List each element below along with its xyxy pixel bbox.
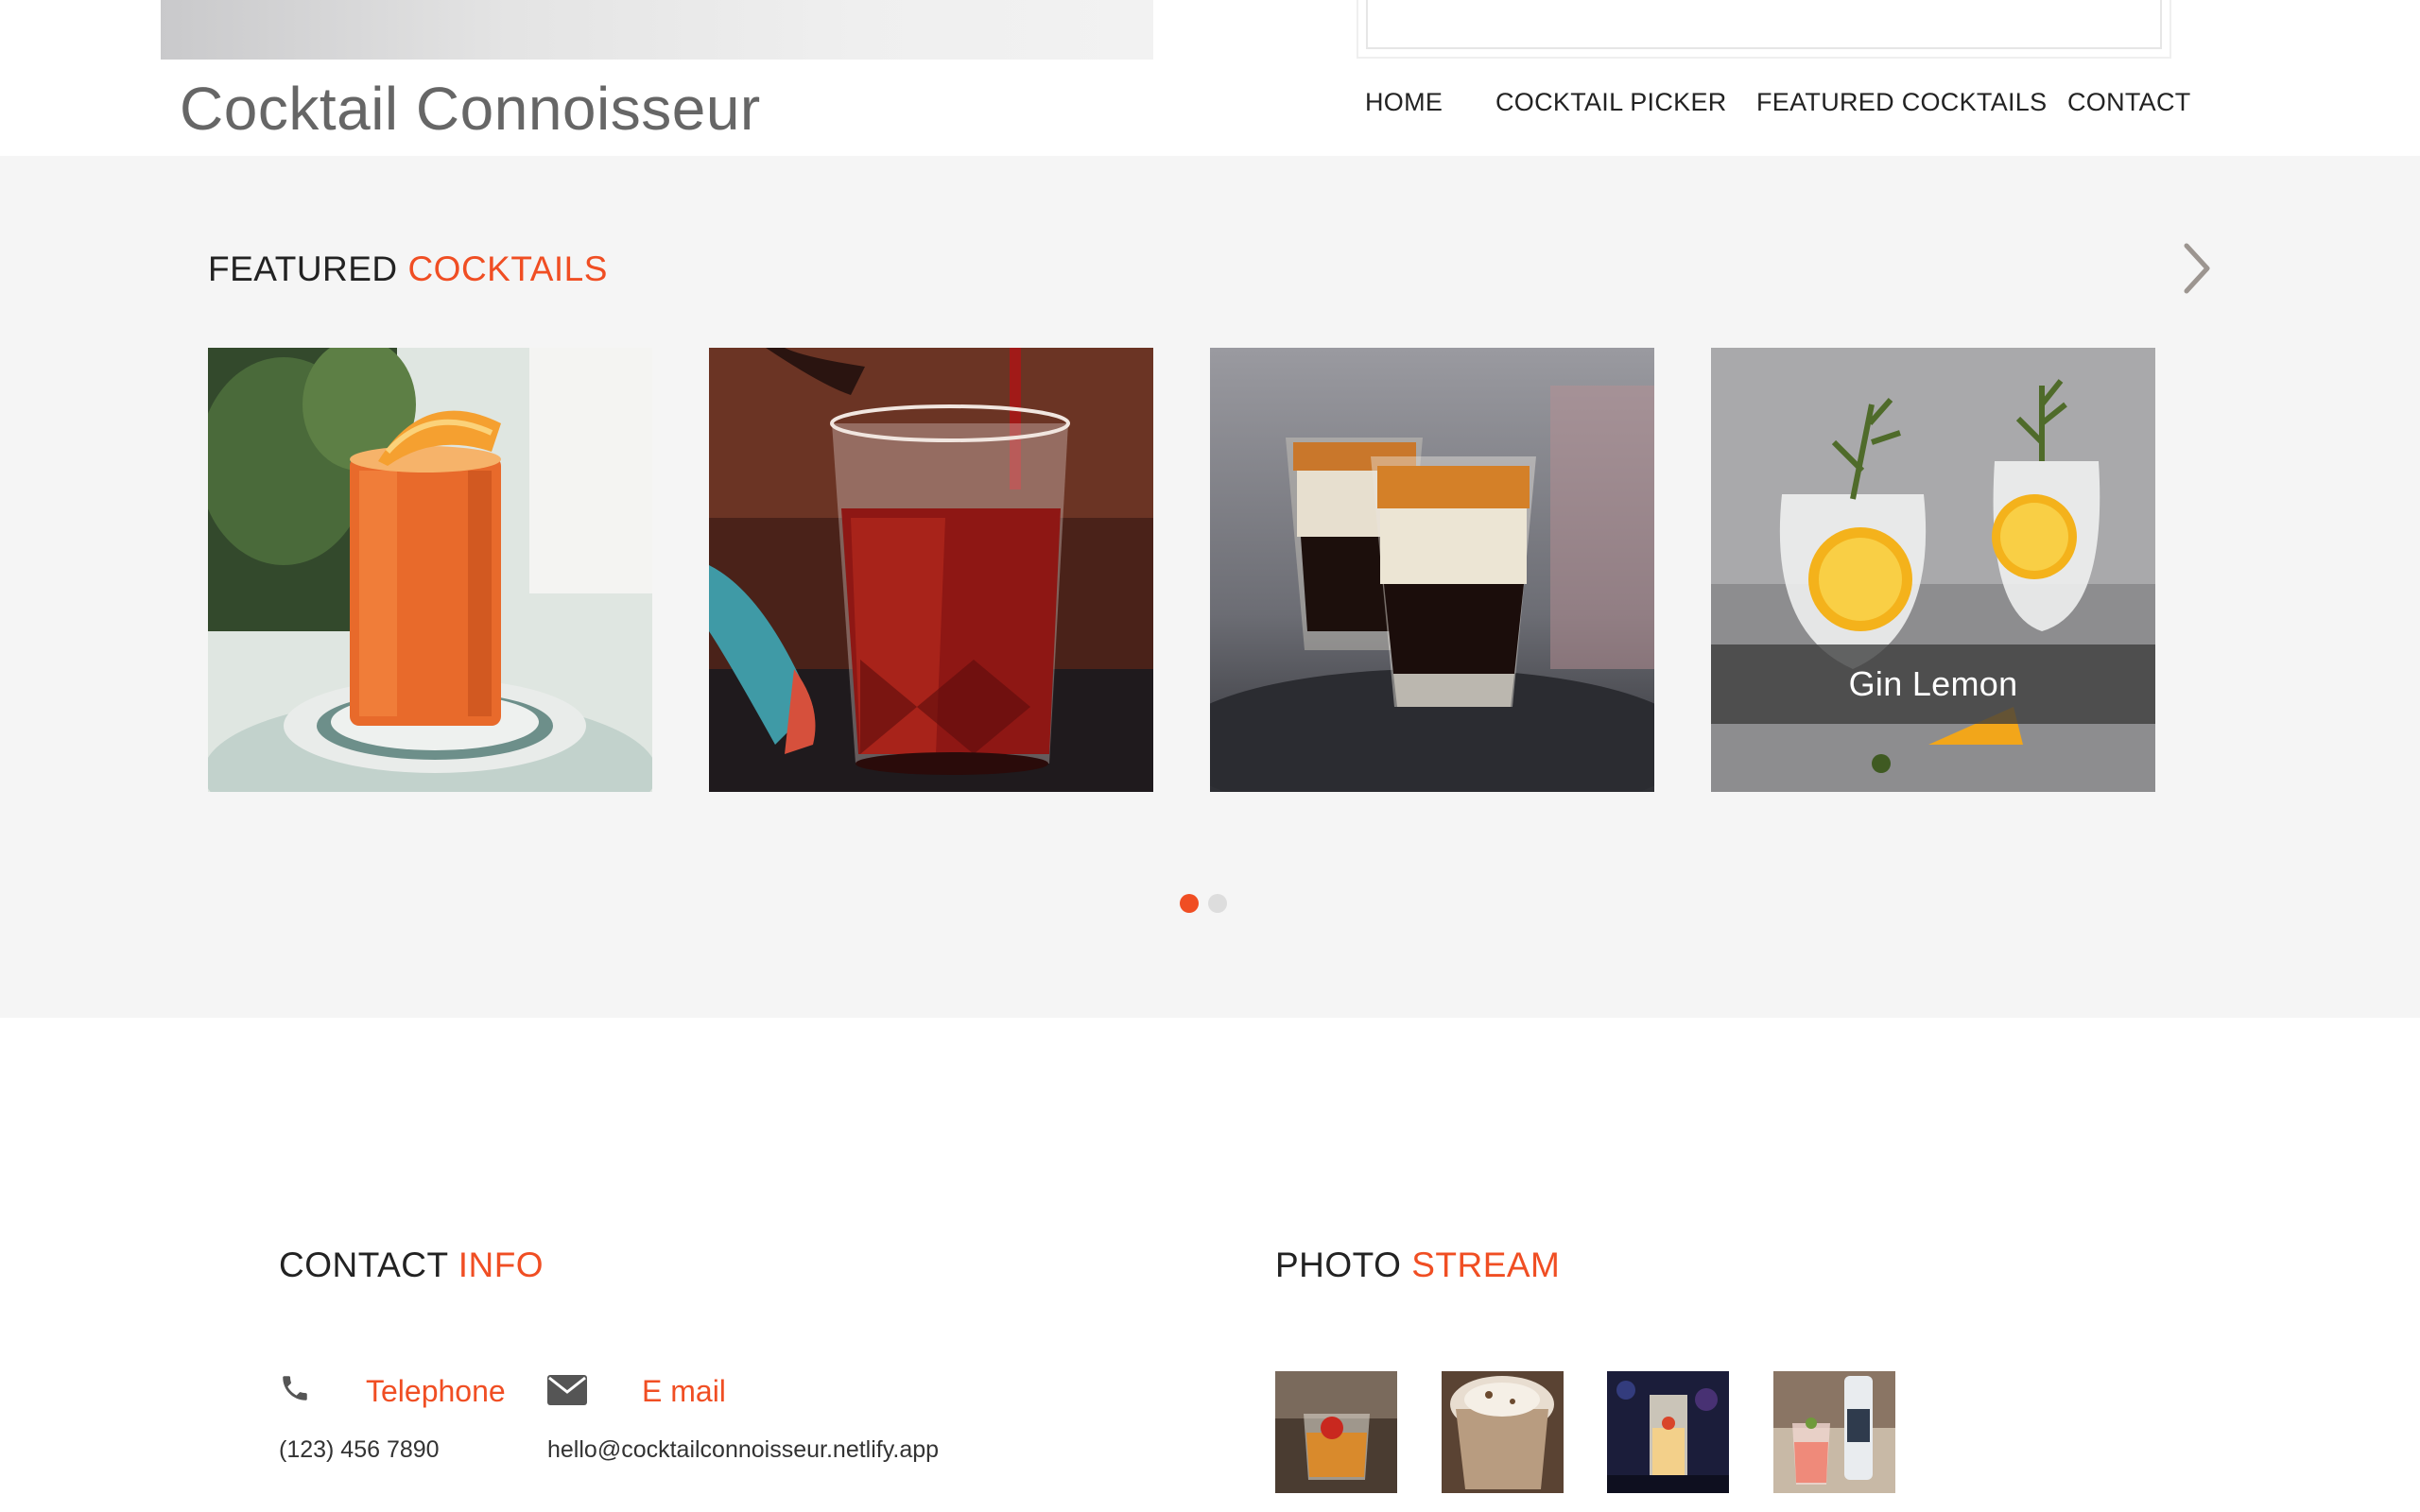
hero-image-strip bbox=[161, 0, 1153, 60]
telephone-value[interactable]: (123) 456 7890 bbox=[279, 1436, 440, 1464]
photo-stream-title-accent: STREAM bbox=[1411, 1246, 1561, 1284]
gin-lemon-image bbox=[1711, 348, 2155, 792]
cocktail-card-4[interactable]: Gin Lemon bbox=[1711, 348, 2155, 792]
photo-stream-item-1[interactable] bbox=[1275, 1371, 1397, 1493]
cream-cocktail-photo bbox=[1442, 1371, 1564, 1493]
pink-gin-photo bbox=[1773, 1371, 1895, 1493]
header-frame bbox=[1357, 0, 2171, 59]
negroni-pour-image bbox=[709, 348, 1153, 792]
chevron-right-icon[interactable] bbox=[2177, 240, 2215, 297]
nav-home[interactable]: HOME bbox=[1365, 88, 1443, 117]
contact-title-main: CONTACT bbox=[279, 1246, 448, 1284]
contact-title: CONTACT INFO bbox=[279, 1246, 544, 1285]
nav-featured-cocktails[interactable]: FEATURED COCKTAILS bbox=[1756, 88, 2047, 117]
layered-shot-image bbox=[1210, 348, 1654, 792]
cocktail-card-2[interactable] bbox=[709, 348, 1153, 792]
photo-stream-title-main: PHOTO bbox=[1275, 1246, 1402, 1284]
nav-contact[interactable]: CONTACT bbox=[2067, 88, 2191, 117]
cocktail-card-3[interactable] bbox=[1210, 348, 1654, 792]
bar-highball-photo bbox=[1607, 1371, 1729, 1493]
photo-stream-item-3[interactable] bbox=[1607, 1371, 1729, 1493]
email-value[interactable]: hello@cocktailconnoisseur.netlify.app bbox=[547, 1436, 939, 1464]
contact-title-accent: INFO bbox=[458, 1246, 544, 1284]
photo-stream-item-4[interactable] bbox=[1773, 1371, 1895, 1493]
email-label: E mail bbox=[642, 1374, 726, 1408]
main-nav: HOME COCKTAIL PICKER FEATURED COCKTAILS … bbox=[0, 88, 2420, 126]
header-frame-inner bbox=[1366, 0, 2162, 49]
old-fashioned-photo bbox=[1275, 1371, 1397, 1493]
photo-stream-item-2[interactable] bbox=[1442, 1371, 1564, 1493]
envelope-icon bbox=[547, 1375, 587, 1405]
photo-stream-title: PHOTO STREAM bbox=[1275, 1246, 1560, 1285]
pagination-dot-1[interactable] bbox=[1180, 894, 1199, 913]
featured-title-accent: COCKTAILS bbox=[407, 249, 608, 288]
phone-icon bbox=[283, 1376, 307, 1400]
cocktail-card-1[interactable] bbox=[208, 348, 652, 792]
pagination-dot-2[interactable] bbox=[1208, 894, 1227, 913]
nav-cocktail-picker[interactable]: COCKTAIL PICKER bbox=[1495, 88, 1727, 117]
featured-title-main: FEATURED bbox=[208, 249, 398, 288]
card-caption: Gin Lemon bbox=[1711, 644, 2155, 724]
featured-title: FEATURED COCKTAILS bbox=[208, 249, 608, 289]
orange-highball-image bbox=[208, 348, 652, 792]
telephone-label: Telephone bbox=[366, 1374, 506, 1408]
